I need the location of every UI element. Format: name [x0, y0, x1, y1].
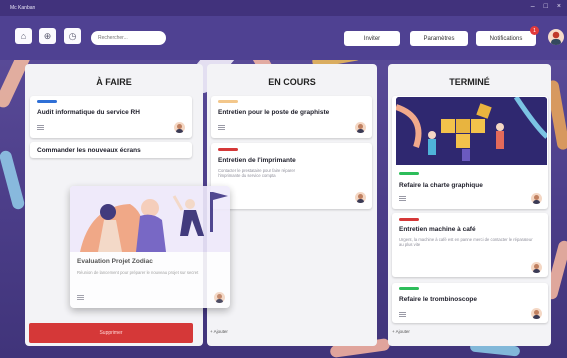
card-title: Audit informatique du service RH: [37, 109, 140, 116]
card-cafe[interactable]: Entretien machine à café Urgent, la mach…: [392, 213, 548, 277]
card-color-tag: [37, 100, 57, 103]
user-avatar[interactable]: [548, 29, 564, 45]
assignee-avatar: [531, 193, 542, 204]
invite-button[interactable]: Inviter: [344, 31, 400, 46]
card-title: Evaluation Projet Zodiac: [77, 258, 153, 265]
close-icon[interactable]: ×: [557, 3, 561, 11]
card-title: Refaire la charte graphique: [399, 182, 483, 189]
plus-circle-icon: ⊕: [43, 30, 52, 41]
settings-button[interactable]: Paramètres: [410, 31, 468, 46]
card-imprimante[interactable]: Entretien de l'imprimante Contacter le p…: [211, 143, 372, 209]
card-color-tag: [218, 100, 238, 103]
card-title: Commander les nouveaux écrans: [37, 147, 141, 154]
description-icon: [399, 312, 406, 317]
assignee-avatar: [531, 308, 542, 319]
clock-icon: ◷: [68, 30, 77, 41]
card-title: Entretien pour le poste de graphiste: [218, 109, 330, 116]
description-icon: [218, 125, 225, 130]
card-audit[interactable]: Audit informatique du service RH: [30, 96, 192, 138]
card-title: Refaire le trombinoscope: [399, 296, 478, 303]
add-card-link[interactable]: + Ajouter: [392, 329, 410, 334]
assignee-avatar: [531, 262, 542, 273]
puzzle-illustration: [396, 97, 547, 165]
add-board-button[interactable]: ⊕: [39, 28, 56, 44]
delete-button[interactable]: Supprimer: [29, 323, 193, 343]
description-icon: [399, 196, 406, 201]
description-icon: [77, 295, 84, 300]
assignee-avatar: [355, 122, 366, 133]
home-button[interactable]: ⌂: [15, 28, 32, 44]
column-title: À FAIRE: [96, 77, 132, 87]
background-shape: [0, 149, 26, 211]
card-title: Entretien de l'imprimante: [218, 157, 296, 164]
card-illustration: [70, 186, 230, 252]
card-description: Contacter le prestataire pour faire répa…: [218, 168, 296, 178]
card-color-tag: [399, 287, 419, 290]
card-graphiste[interactable]: Entretien pour le poste de graphiste: [211, 96, 372, 138]
card-ecrans[interactable]: Commander les nouveaux écrans: [30, 142, 192, 158]
home-icon: ⌂: [20, 31, 27, 41]
avatar-icon: [551, 31, 561, 45]
card-color-tag: [399, 218, 419, 221]
search-input[interactable]: [91, 31, 166, 45]
description-icon: [37, 125, 44, 130]
notifications-button[interactable]: Notifications: [476, 31, 536, 46]
card-description: Réunion de lancement pour préparer le no…: [77, 270, 199, 275]
card-color-tag: [218, 148, 238, 151]
column-title: TERMINÉ: [449, 77, 490, 87]
title-bar: Mc Kanban – □ ×: [0, 0, 567, 16]
app-window: Mc Kanban – □ × ⌂ ⊕ ◷ Inviter Paramètres…: [0, 0, 567, 358]
assignee-avatar: [214, 292, 225, 303]
assignee-avatar: [174, 122, 185, 133]
add-card-link[interactable]: + Ajouter: [210, 329, 228, 334]
card-trombinoscope[interactable]: Refaire le trombinoscope: [392, 283, 548, 323]
minimize-icon[interactable]: –: [531, 3, 535, 11]
card-color-tag: [399, 172, 419, 175]
window-title: Mc Kanban: [10, 5, 36, 11]
notification-badge: 1: [530, 26, 539, 35]
card-description: Urgent, la machine à café est en panne m…: [399, 237, 533, 247]
assignee-avatar: [355, 192, 366, 203]
column-title: EN COURS: [268, 77, 316, 87]
card-title: Entretien machine à café: [399, 226, 476, 233]
history-button[interactable]: ◷: [64, 28, 81, 44]
dragging-card-zodiac[interactable]: Evaluation Projet Zodiac Réunion de lanc…: [70, 186, 230, 308]
maximize-icon[interactable]: □: [544, 3, 548, 11]
